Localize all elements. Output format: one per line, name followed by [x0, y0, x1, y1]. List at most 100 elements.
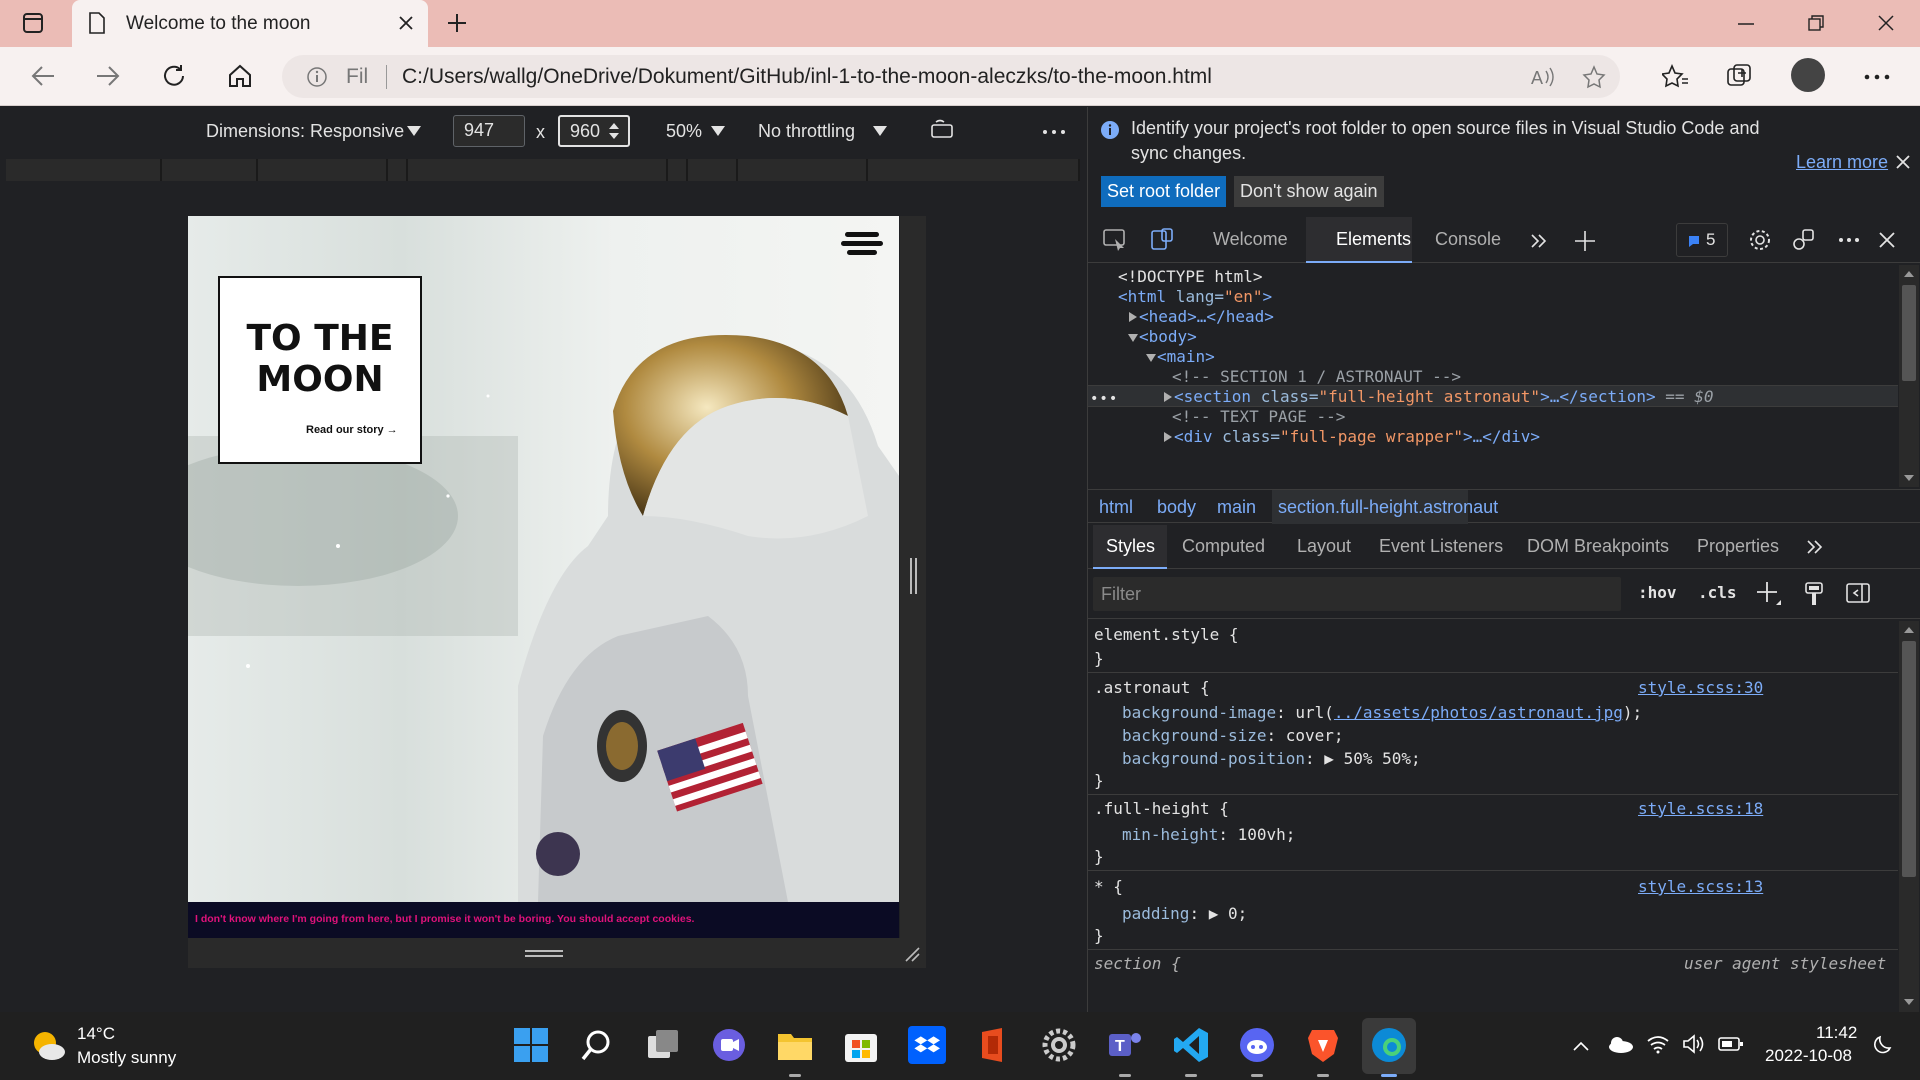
rotate-icon[interactable] — [930, 119, 956, 141]
battery-icon[interactable] — [1718, 1036, 1744, 1052]
astronaut-source-link[interactable]: style.scss:30 — [1638, 678, 1763, 697]
back-icon[interactable] — [30, 64, 56, 88]
close-window-icon[interactable] — [1878, 15, 1894, 31]
notifications-icon[interactable] — [1872, 1034, 1894, 1056]
tab-elements[interactable]: Elements — [1336, 229, 1411, 250]
ruler-segment[interactable] — [408, 159, 668, 181]
settings-gear-icon[interactable] — [1748, 228, 1772, 252]
viewport-right-resizer[interactable] — [900, 216, 926, 968]
subtab-event-listeners[interactable]: Event Listeners — [1379, 536, 1503, 557]
weather-condition[interactable]: Mostly sunny — [77, 1048, 176, 1068]
expand-value-icon[interactable]: ▶ — [1209, 904, 1228, 923]
teams-icon[interactable]: T — [1106, 1026, 1144, 1064]
breadcrumb-main[interactable]: main — [1217, 497, 1256, 518]
new-rule-icon[interactable] — [1756, 581, 1782, 607]
set-root-folder-button[interactable]: Set root folder — [1101, 176, 1227, 207]
dimensions-chevron-icon[interactable] — [407, 126, 421, 136]
office-icon[interactable] — [974, 1026, 1012, 1064]
more-subtabs-icon[interactable] — [1806, 539, 1824, 555]
inspect-icon[interactable] — [1102, 227, 1128, 253]
issues-badge[interactable]: 5 — [1676, 223, 1728, 257]
discord-icon[interactable] — [1238, 1026, 1276, 1064]
bg-position-decl[interactable]: background-position: ▶ 50% 50%; — [1122, 749, 1421, 768]
corner-resize-icon[interactable] — [904, 946, 920, 962]
weather-temp[interactable]: 14°C — [77, 1024, 115, 1044]
brave-icon[interactable] — [1304, 1026, 1342, 1064]
ruler-segment[interactable] — [6, 159, 162, 181]
device-more-icon[interactable] — [1042, 129, 1066, 135]
show-hidden-icons[interactable] — [1572, 1040, 1590, 1052]
universal-selector[interactable]: * { — [1094, 877, 1123, 896]
settings-icon[interactable] — [1040, 1026, 1078, 1064]
filter-input[interactable]: Filter — [1093, 577, 1621, 611]
learn-more-link[interactable]: Learn more — [1796, 152, 1888, 173]
collapse-triangle-icon[interactable] — [1127, 333, 1139, 343]
minimize-icon[interactable] — [1738, 22, 1754, 26]
wifi-icon[interactable] — [1646, 1034, 1670, 1054]
clock-time[interactable]: 11:42 — [1816, 1023, 1857, 1043]
collections-icon[interactable] — [1726, 63, 1752, 89]
close-tab-icon[interactable] — [398, 15, 414, 31]
styles-scrollbar[interactable] — [1899, 621, 1919, 1012]
onedrive-icon[interactable] — [1606, 1036, 1634, 1054]
expand-triangle-icon[interactable] — [1163, 431, 1173, 443]
expand-value-icon[interactable]: ▶ — [1324, 749, 1343, 768]
ruler-segment[interactable] — [868, 159, 1080, 181]
chat-icon[interactable] — [710, 1026, 748, 1064]
weather-icon[interactable] — [30, 1028, 66, 1062]
browser-tab[interactable]: Welcome to the moon — [72, 0, 428, 47]
subtab-styles[interactable]: Styles — [1106, 536, 1155, 557]
ruler-segment[interactable] — [388, 159, 408, 181]
device-emulation-icon[interactable] — [1150, 227, 1176, 253]
bg-image-decl[interactable]: background-image: url(../assets/photos/a… — [1122, 703, 1642, 722]
tab-console[interactable]: Console — [1435, 229, 1501, 250]
node-menu-icon[interactable]: ••• — [1090, 391, 1118, 407]
subtab-properties[interactable]: Properties — [1697, 536, 1779, 557]
breadcrumb-section[interactable]: section.full-height.astronaut — [1278, 497, 1498, 518]
breadcrumb-body[interactable]: body — [1157, 497, 1196, 518]
zoom-dropdown[interactable]: 50% — [666, 121, 702, 142]
new-tab-icon[interactable] — [446, 12, 468, 34]
dropbox-icon[interactable] — [908, 1026, 946, 1064]
breadcrumb-html[interactable]: html — [1099, 497, 1133, 518]
ruler-segment[interactable] — [738, 159, 868, 181]
viewport-bottom-resizer[interactable] — [188, 938, 926, 968]
bg-size-decl[interactable]: background-size: cover; — [1122, 726, 1344, 745]
clock-date[interactable]: 2022-10-08 — [1765, 1046, 1852, 1066]
vscode-icon[interactable] — [1172, 1026, 1210, 1064]
read-story-link[interactable]: Read our story → — [306, 424, 398, 436]
more-options-icon[interactable] — [1864, 74, 1890, 80]
height-spinner-icon[interactable] — [608, 121, 620, 141]
add-favorite-icon[interactable] — [1582, 65, 1606, 89]
customize-icon[interactable] — [1791, 228, 1815, 252]
more-tabs-icon[interactable] — [1530, 233, 1548, 249]
close-info-icon[interactable] — [1896, 155, 1910, 169]
info-icon[interactable] — [306, 66, 328, 88]
read-aloud-icon[interactable]: A — [1531, 65, 1555, 89]
hamburger-menu-icon[interactable] — [841, 232, 883, 256]
tab-actions-icon[interactable] — [22, 12, 44, 34]
dom-div[interactable]: <div class="full-page wrapper">…</div> — [1174, 427, 1540, 451]
section-selector[interactable]: section { — [1094, 954, 1181, 973]
ruler-segment[interactable] — [162, 159, 258, 181]
hov-button[interactable]: :hov — [1638, 583, 1677, 602]
min-height-decl[interactable]: min-height: 100vh; — [1122, 825, 1295, 844]
expand-triangle-icon[interactable] — [1163, 391, 1173, 403]
subtab-computed[interactable]: Computed — [1182, 536, 1265, 557]
tab-welcome[interactable]: Welcome — [1213, 229, 1288, 250]
subtab-dom-breakpoints[interactable]: DOM Breakpoints — [1527, 536, 1669, 557]
universal-source-link[interactable]: style.scss:13 — [1638, 877, 1763, 896]
expand-triangle-icon[interactable] — [1128, 311, 1138, 323]
throttling-chevron-icon[interactable] — [873, 126, 887, 136]
forward-icon[interactable] — [95, 64, 121, 88]
store-icon[interactable] — [842, 1026, 880, 1064]
url-text[interactable]: C:/Users/wallg/OneDrive/Dokument/GitHub/… — [402, 65, 1212, 89]
file-explorer-icon[interactable] — [776, 1026, 814, 1064]
home-icon[interactable] — [227, 63, 253, 89]
favorites-icon[interactable] — [1662, 64, 1688, 88]
volume-icon[interactable] — [1682, 1034, 1706, 1054]
subtab-layout[interactable]: Layout — [1297, 536, 1351, 557]
dont-show-again-button[interactable]: Don't show again — [1234, 176, 1384, 207]
padding-decl[interactable]: padding: ▶ 0; — [1122, 904, 1247, 923]
ruler-segment[interactable] — [258, 159, 388, 181]
